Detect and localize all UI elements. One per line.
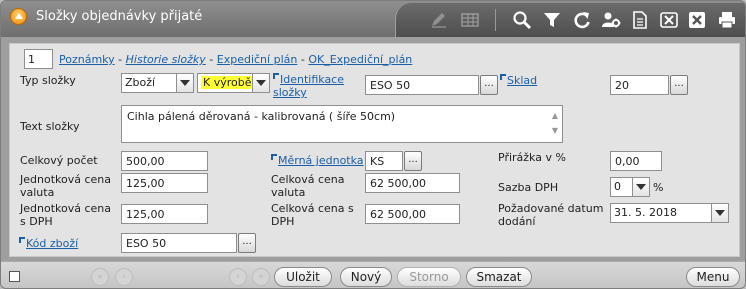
window: Složky objednávky přijaté 1 Poznámky - H… xyxy=(0,0,746,289)
celkova-cena-valuta-input[interactable] xyxy=(365,173,460,193)
identifikace-link[interactable]: Identifikace složky xyxy=(273,73,344,99)
select-checkbox[interactable] xyxy=(9,271,20,282)
menu-button[interactable]: Menu xyxy=(686,267,740,287)
identifikace-label: Identifikace složky xyxy=(273,73,358,99)
related-links: Poznámky - Historie složky - Expediční p… xyxy=(59,53,412,66)
jednotkova-cena-valuta-input[interactable] xyxy=(121,173,208,193)
sklad-lookup-button[interactable]: ... xyxy=(670,75,688,95)
filter-icon[interactable] xyxy=(542,10,562,30)
form-panel: Poznámky - Historie složky - Expediční p… xyxy=(9,43,740,257)
last-record-icon[interactable]: » xyxy=(252,268,270,286)
kod-zbozi-input[interactable] xyxy=(121,233,237,253)
sklad-input[interactable] xyxy=(610,75,669,95)
link-separator: - xyxy=(209,53,214,66)
sklad-label: Sklad xyxy=(500,74,537,87)
first-record-icon[interactable]: « xyxy=(91,268,109,286)
textarea-scroll-arrows[interactable]: ▲ ▼ xyxy=(550,108,560,138)
kod-zbozi-lookup-button[interactable]: ... xyxy=(238,233,256,253)
chevron-down-icon xyxy=(711,204,728,222)
kod-zbozi-link[interactable]: Kód zboží xyxy=(19,237,78,250)
toolbar xyxy=(395,3,745,37)
chevron-down-icon xyxy=(632,178,649,196)
celkovy-pocet-label: Celkový počet xyxy=(20,154,98,167)
typ-slozky-select[interactable]: Zboží xyxy=(121,73,194,93)
jednotkova-cena-dph-input[interactable] xyxy=(121,204,208,224)
search-icon[interactable] xyxy=(512,10,532,30)
celkovy-pocet-input[interactable] xyxy=(121,151,208,171)
close-icon[interactable] xyxy=(687,10,707,30)
merna-jednotka-input[interactable] xyxy=(365,151,403,171)
sazba-dph-label: Sazba DPH xyxy=(498,181,559,194)
celkova-cena-dph-input[interactable] xyxy=(365,204,460,224)
identifikace-input[interactable] xyxy=(365,75,479,95)
sklad-link[interactable]: Sklad xyxy=(500,74,537,87)
text-slozky-value: Cihla pálená děrovaná - kalibrovaná ( ší… xyxy=(127,110,396,123)
kod-zbozi-label: Kód zboží xyxy=(19,237,78,250)
celkova-cena-valuta-label: Celková cena valuta xyxy=(271,173,345,199)
link-historie-slozky[interactable]: Historie složky xyxy=(126,53,206,66)
previous-record-icon[interactable]: ‹ xyxy=(115,268,133,286)
merna-jednotka-lookup-button[interactable]: ... xyxy=(404,151,422,171)
datum-dodani-select[interactable]: 31. 5. 2018 xyxy=(610,203,729,223)
typ-slozky-label: Typ složky xyxy=(20,74,76,87)
print-icon[interactable] xyxy=(717,10,737,30)
edit-icon[interactable] xyxy=(429,10,449,30)
title-bar: Složky objednávky přijaté xyxy=(1,1,745,37)
jednotkova-cena-dph-label: Jednotková cena s DPH xyxy=(20,202,111,228)
next-record-icon[interactable]: › xyxy=(229,268,247,286)
record-number-input[interactable] xyxy=(24,49,53,69)
document-icon[interactable] xyxy=(630,10,650,30)
app-icon xyxy=(10,8,27,25)
user-settings-icon[interactable] xyxy=(601,10,621,30)
vyroba-value: K výrobě xyxy=(201,76,254,89)
vyroba-select[interactable]: K výrobě xyxy=(197,73,270,93)
link-separator: - xyxy=(300,53,305,66)
link-separator: - xyxy=(118,53,123,66)
delete-button[interactable]: Smazat xyxy=(466,267,532,287)
identifikace-lookup-button[interactable]: ... xyxy=(480,75,498,95)
new-button[interactable]: Nový xyxy=(340,267,392,287)
chevron-down-icon xyxy=(176,74,193,92)
footer-bar: « ‹ › » Uložit Nový Storno Smazat Menu xyxy=(1,261,745,288)
datum-dodani-value: 31. 5. 2018 xyxy=(614,206,677,219)
datum-dodani-label: Požadované datum dodání xyxy=(498,202,604,228)
merna-jednotka-link[interactable]: Měrná jednotka xyxy=(271,154,364,167)
save-button[interactable]: Uložit xyxy=(274,267,332,287)
cancel-button[interactable]: Storno xyxy=(397,267,461,287)
prirazka-input[interactable] xyxy=(610,151,662,171)
jednotkova-cena-valuta-label: Jednotková cena valuta xyxy=(20,173,111,199)
prirazka-label: Přirážka v % xyxy=(498,151,566,164)
link-poznamky[interactable]: Poznámky xyxy=(59,53,115,66)
sazba-dph-value: 0 xyxy=(614,180,621,193)
chevron-down-icon xyxy=(252,74,269,92)
table-icon[interactable] xyxy=(460,10,480,30)
celkova-cena-dph-label: Celková cena s DPH xyxy=(271,202,354,228)
window-title: Složky objednávky přijaté xyxy=(36,9,203,24)
text-slozky-textarea[interactable]: Cihla pálená děrovaná - kalibrovaná ( ší… xyxy=(121,105,563,143)
typ-slozky-value: Zboží xyxy=(125,76,156,89)
excel-icon[interactable] xyxy=(659,10,679,30)
merna-jednotka-label: Měrná jednotka xyxy=(271,154,364,167)
sazba-dph-unit: % xyxy=(653,181,664,194)
toolbar-separator xyxy=(495,9,496,31)
text-slozky-label: Text složky xyxy=(20,120,80,133)
link-expedicni-plan[interactable]: Expediční plán xyxy=(217,53,298,66)
sazba-dph-select[interactable]: 0 xyxy=(610,177,650,197)
link-ok-expedicni-plan[interactable]: OK_Expediční_plán xyxy=(308,53,412,66)
refresh-icon[interactable] xyxy=(572,10,592,30)
